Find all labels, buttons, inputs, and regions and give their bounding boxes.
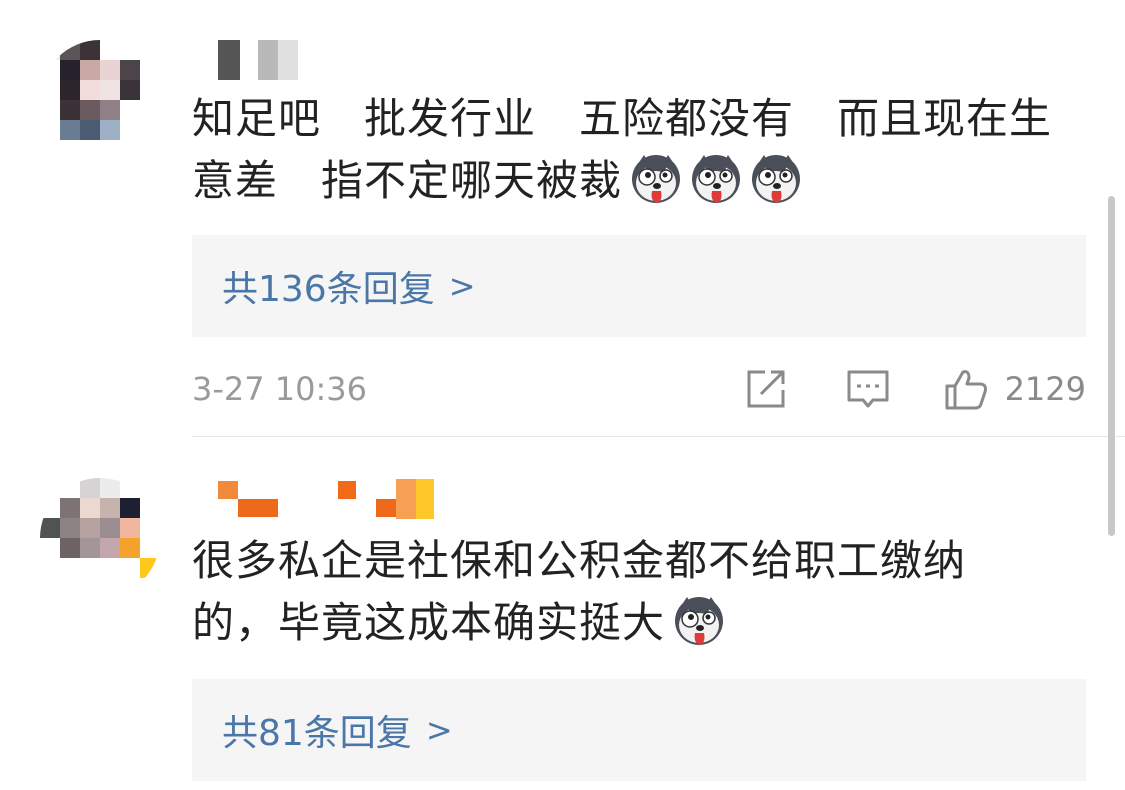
view-replies-button[interactable]: 共136条回复 >	[192, 235, 1086, 337]
comment-text-segment: 意差 指不定哪天被裁	[192, 156, 623, 205]
comment-text: 很多私企是社保和公积金都不给职工缴纳 的，毕竟这成本确实挺大	[192, 530, 1092, 654]
comment-text-segment: 的，毕竟这成本确实挺大	[192, 598, 666, 647]
comment-text-line: 知足吧 批发行业 五险都没有 而且现在生	[192, 94, 1053, 143]
divider	[192, 436, 1125, 437]
username-blurred[interactable]	[218, 40, 298, 80]
comment-item: 知足吧 批发行业 五险都没有 而且现在生 意差 指不定哪天被裁 共136条回复 …	[0, 0, 1125, 437]
husky-emoji-icon	[750, 153, 802, 205]
scrollbar[interactable]	[1108, 196, 1115, 536]
comment-timestamp: 3-27 10:36	[192, 370, 368, 408]
replies-label: 共81条回复	[222, 713, 412, 754]
comment-text: 知足吧 批发行业 五险都没有 而且现在生 意差 指不定哪天被裁	[192, 88, 1092, 212]
comment-item: 很多私企是社保和公积金都不给职工缴纳 的，毕竟这成本确实挺大 共81条回复 >	[0, 438, 1125, 790]
like-icon[interactable]	[943, 366, 989, 412]
replies-label: 共136条回复	[222, 269, 435, 310]
chevron-right-icon: >	[448, 267, 476, 305]
avatar[interactable]	[40, 40, 160, 160]
comment-actions: 2129	[743, 366, 1086, 412]
comment-text-line: 意差 指不定哪天被裁	[192, 150, 1092, 212]
username-blurred[interactable]	[218, 479, 434, 519]
husky-emoji-icon	[673, 595, 725, 647]
like-count: 2129	[1004, 370, 1086, 408]
avatar[interactable]	[40, 478, 160, 598]
comment-text-line: 很多私企是社保和公积金都不给职工缴纳	[192, 536, 967, 585]
chevron-right-icon: >	[425, 711, 453, 749]
view-replies-button[interactable]: 共81条回复 >	[192, 679, 1086, 781]
comment-meta: 3-27 10:36 2129	[192, 367, 1086, 411]
comment-icon[interactable]	[845, 366, 891, 412]
husky-emoji-icon	[630, 153, 682, 205]
husky-emoji-icon	[690, 153, 742, 205]
comment-text-line: 的，毕竟这成本确实挺大	[192, 592, 1092, 654]
share-icon[interactable]	[743, 366, 789, 412]
